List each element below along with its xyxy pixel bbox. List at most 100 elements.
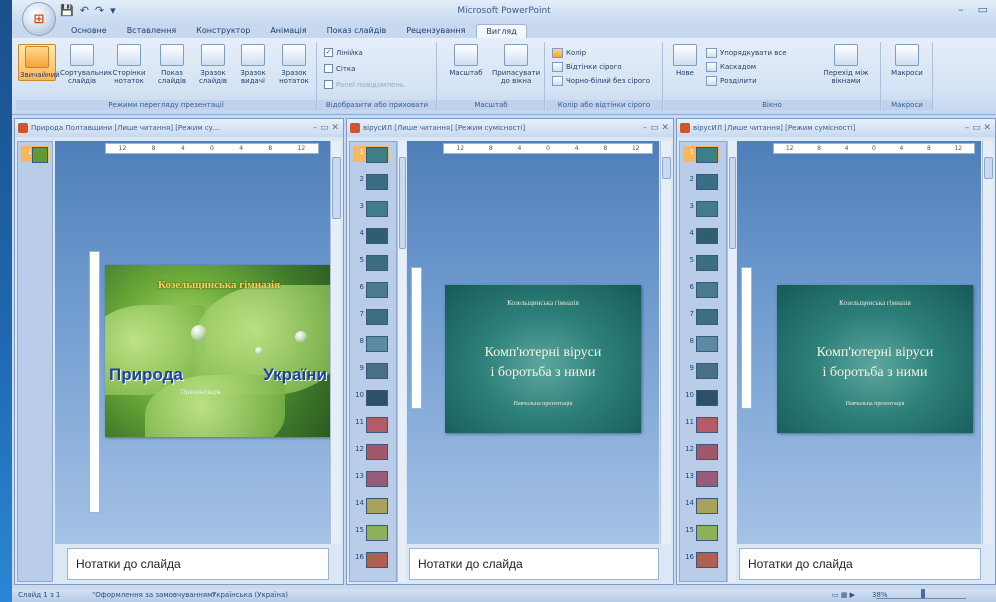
view-buttons[interactable]: ▭ ▦ ▶	[832, 589, 855, 602]
slides-panel-scrollbar[interactable]	[397, 141, 406, 582]
slide-thumbnail[interactable]: 8	[353, 335, 389, 352]
slide-thumbnail[interactable]: 7	[683, 308, 719, 325]
document-window-viruses-copy: вірусИЛ [Лише читання] [Режим сумісності…	[676, 118, 996, 585]
pure-black-white-button[interactable]: Чорно-білий без сірого	[552, 76, 650, 86]
slide-preview-viruses[interactable]: Козельщинська гімназія Комп'ютерні вірус…	[777, 285, 973, 433]
grayscale-button[interactable]: Відтінки сірого	[552, 62, 622, 72]
slide-thumbnail-image	[696, 525, 718, 541]
zoom-slider[interactable]	[876, 589, 966, 599]
slide-thumbnail[interactable]: 14	[683, 497, 719, 514]
window-controls: – ▭	[958, 3, 988, 16]
theme-name[interactable]: "Оформлення за замовчуванням"	[92, 589, 216, 602]
slides-panel-scrollbar[interactable]	[727, 141, 736, 582]
slide-thumbnail[interactable]: 16	[353, 551, 389, 568]
slide-thumbnail-image	[366, 228, 388, 244]
slide-master-button[interactable]: Зразок слайдів	[194, 44, 232, 85]
slide-thumbnail[interactable]: 12	[683, 443, 719, 460]
slide-thumbnail-image	[366, 498, 388, 514]
slide-preview-nature[interactable]: Козельщинська гімназія Природа України П…	[105, 265, 333, 437]
notes-page-button[interactable]: Сторінки нотаток	[108, 44, 150, 85]
minimize-button[interactable]: –	[958, 3, 964, 16]
gridlines-checkbox[interactable]: Сітка	[324, 64, 355, 73]
slide-thumbnail[interactable]: 6	[683, 281, 719, 298]
slide-thumbnail[interactable]: 5	[353, 254, 389, 271]
slide-thumbnail[interactable]: 10	[353, 389, 389, 406]
slide-thumbnail[interactable]: 8	[683, 335, 719, 352]
handout-master-button[interactable]: Зразок видачі	[234, 44, 272, 85]
tab-design[interactable]: Конструктор	[187, 24, 259, 38]
slide-thumbnail[interactable]: 10	[683, 389, 719, 406]
tab-review[interactable]: Рецензування	[397, 24, 474, 38]
slide-thumbnail[interactable]: 16	[683, 551, 719, 568]
new-window-button[interactable]: Нове	[668, 44, 702, 77]
slide-thumbnail[interactable]: 9	[683, 362, 719, 379]
slides-panel: 1	[17, 141, 53, 582]
slide-thumbnail[interactable]: 11	[353, 416, 389, 433]
document-window-controls[interactable]: – ▭ ✕	[643, 119, 669, 137]
slide-thumbnail[interactable]: 4	[683, 227, 719, 244]
slide-sorter-button[interactable]: Сортувальник слайдів	[60, 44, 112, 85]
group-show-hide: ✓ Лінійка Сітка Panel повідомлень Відобра…	[318, 42, 437, 110]
slide-thumbnail[interactable]: 13	[353, 470, 389, 487]
tab-insert[interactable]: Вставлення	[118, 24, 185, 38]
notes-pane[interactable]: Нотатки до слайда	[739, 548, 981, 580]
macros-button[interactable]: Макроси	[888, 44, 926, 77]
group-color-grayscale: Колір Відтінки сірого Чорно-білий без сі…	[546, 42, 663, 110]
slide-thumbnail[interactable]: 1	[353, 146, 389, 163]
slide-preview-viruses[interactable]: Козельщинська гімназія Комп'ютерні вірус…	[445, 285, 641, 433]
slide-thumbnail[interactable]: 6	[353, 281, 389, 298]
split-button[interactable]: Розділити	[706, 76, 757, 86]
slide-show-button[interactable]: Показ слайдів	[152, 44, 192, 85]
notes-master-button[interactable]: Зразок нотаток	[274, 44, 314, 85]
tab-animation[interactable]: Анімація	[261, 24, 315, 38]
fit-to-window-button[interactable]: Припасувати до вікна	[492, 44, 540, 85]
slide-thumbnail[interactable]: 15	[353, 524, 389, 541]
slide-thumbnail[interactable]: 1	[683, 146, 719, 163]
cascade-button[interactable]: Каскадом	[706, 62, 756, 72]
slide-thumbnail[interactable]: 13	[683, 470, 719, 487]
slide-thumbnail[interactable]: 11	[683, 416, 719, 433]
slide-thumbnail[interactable]: 14	[353, 497, 389, 514]
slide-thumbnail-image	[366, 444, 388, 460]
slide-thumbnail[interactable]: 2	[683, 173, 719, 190]
document-title-bar: вірусИЛ [Лише читання] [Режим сумісності…	[347, 119, 673, 137]
document-window-controls[interactable]: – ▭ ✕	[965, 119, 991, 137]
vertical-scrollbar[interactable]	[330, 141, 341, 544]
arrange-all-button[interactable]: Упорядкувати все	[706, 48, 787, 58]
slide-thumbnail[interactable]: 3	[683, 200, 719, 217]
tab-slideshow[interactable]: Показ слайдів	[318, 24, 396, 38]
color-button[interactable]: Колір	[552, 48, 586, 58]
vertical-scrollbar[interactable]	[982, 141, 993, 544]
slide-thumbnail[interactable]: 15	[683, 524, 719, 541]
slide-thumbnail[interactable]: 3	[353, 200, 389, 217]
document-window-controls[interactable]: – ▭ ✕	[313, 119, 339, 137]
tab-home[interactable]: Основне	[62, 24, 116, 38]
slide-title-right: України	[263, 365, 327, 384]
handout-master-icon	[241, 44, 265, 66]
slide-thumbnail-image	[366, 282, 388, 298]
slide-thumbnail[interactable]: 4	[353, 227, 389, 244]
notes-pane[interactable]: Нотатки до слайда	[409, 548, 659, 580]
slide-thumbnail-image	[366, 363, 388, 379]
switch-windows-button[interactable]: Перехід між вікнами	[816, 44, 876, 85]
document-title: вірусИЛ [Лише читання] [Режим сумісності…	[693, 124, 856, 132]
zoom-button[interactable]: Масштаб	[444, 44, 488, 77]
maximize-button[interactable]: ▭	[978, 3, 988, 16]
vertical-scrollbar[interactable]	[660, 141, 671, 544]
ribbon-tabs: Основне Вставлення Конструктор Анімація …	[62, 24, 527, 38]
slide-thumbnail-image	[366, 147, 388, 163]
slide-thumbnail[interactable]: 2	[353, 173, 389, 190]
office-button[interactable]: ⊞	[22, 2, 56, 36]
slide-thumbnail[interactable]: 1	[21, 146, 49, 163]
powerpoint-window: ⊞ 💾 ↶ ↷ ▾ Microsoft PowerPoint – ▭ Основ…	[12, 0, 996, 602]
slide-thumbnail[interactable]: 5	[683, 254, 719, 271]
slide-thumbnail[interactable]: 7	[353, 308, 389, 325]
notes-pane[interactable]: Нотатки до слайда	[67, 548, 329, 580]
language-indicator[interactable]: Українська (Україна)	[212, 589, 288, 602]
slide-thumbnail[interactable]: 12	[353, 443, 389, 460]
ruler-checkbox[interactable]: ✓ Лінійка	[324, 48, 363, 57]
slide-thumbnail[interactable]: 9	[353, 362, 389, 379]
normal-view-button[interactable]: Звичайний	[18, 44, 60, 81]
color-icon	[552, 48, 563, 58]
tab-view[interactable]: Вигляд	[476, 24, 527, 38]
